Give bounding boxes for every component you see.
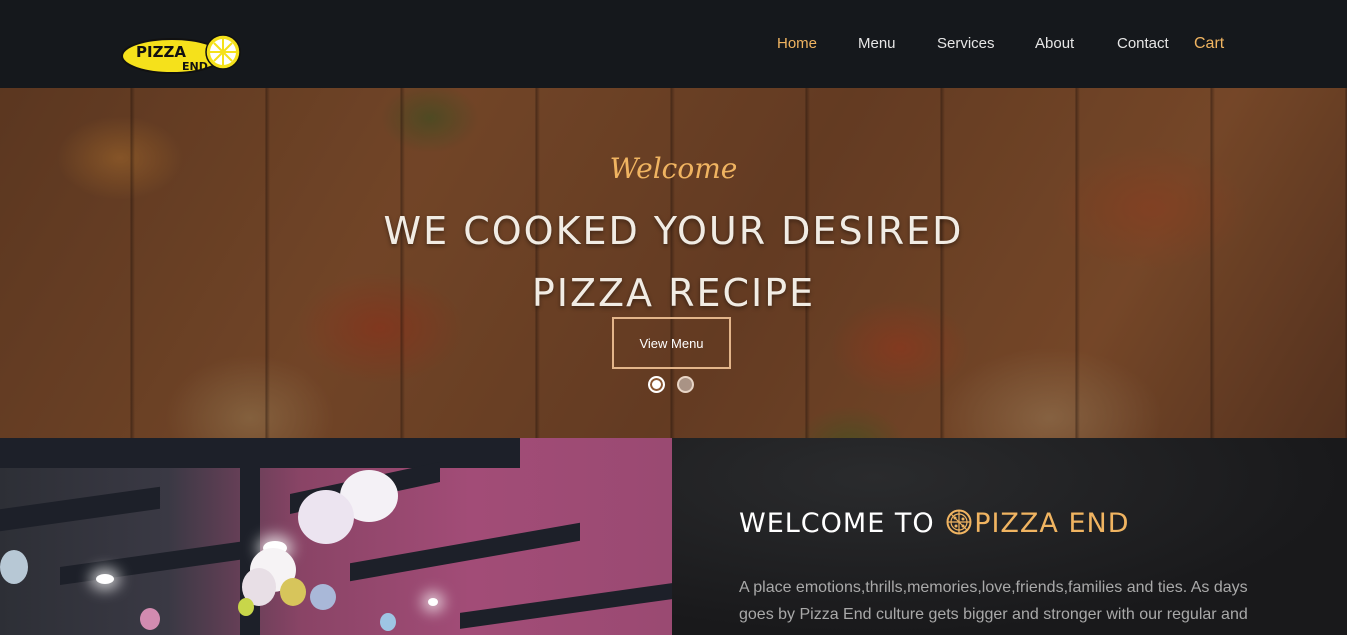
about-title: WELCOME TO PIZZA END	[739, 508, 1130, 539]
about-title-brand: PIZZA END	[974, 508, 1130, 539]
hero-content: Welcome WE COOKED YOUR DESIRED PIZZA REC…	[0, 88, 1347, 438]
nav-cart[interactable]: Cart	[1194, 35, 1224, 53]
nav-services[interactable]: Services	[937, 35, 995, 52]
hero-banner: Welcome WE COOKED YOUR DESIRED PIZZA REC…	[0, 88, 1347, 438]
about-section: WELCOME TO PIZZA END A place emotions,th…	[672, 438, 1347, 635]
hero-title-line2: PIZZA RECIPE	[531, 271, 816, 315]
pizza-icon	[946, 509, 972, 535]
hero-welcome: Welcome	[609, 152, 738, 185]
carousel-dot-1[interactable]	[648, 376, 665, 393]
logo-text-end: END	[182, 60, 208, 73]
nav-contact[interactable]: Contact	[1117, 35, 1169, 52]
hero-title: WE COOKED YOUR DESIRED PIZZA RECIPE	[0, 200, 1347, 324]
hero-title-line1: WE COOKED YOUR DESIRED	[383, 209, 964, 253]
nav-menu[interactable]: Menu	[858, 35, 896, 52]
nav-home[interactable]: Home	[777, 35, 817, 52]
restaurant-interior-image	[0, 438, 672, 635]
about-text: A place emotions,thrills,memories,love,f…	[739, 579, 1248, 623]
navbar: PIZZA END Home Menu Services About Conta…	[0, 0, 1347, 88]
view-menu-button[interactable]: View Menu	[612, 317, 731, 369]
nav-about[interactable]: About	[1035, 35, 1074, 52]
logo-text-pizza: PIZZA	[136, 43, 186, 61]
about-title-prefix: WELCOME TO	[739, 508, 935, 539]
pizza-end-logo[interactable]: PIZZA END	[120, 34, 248, 74]
carousel-dot-2[interactable]	[677, 376, 694, 393]
